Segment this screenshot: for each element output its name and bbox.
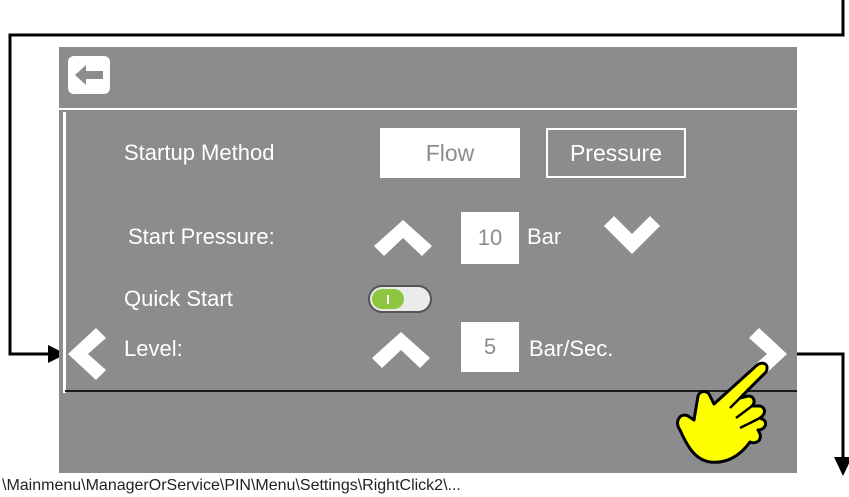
back-button[interactable] [68, 56, 110, 94]
start-pressure-unit: Bar [527, 224, 562, 249]
level-value[interactable]: 5 [461, 322, 519, 372]
quick-start-label: Quick Start [124, 286, 233, 311]
level-label: Level: [124, 336, 183, 361]
start-pressure-value[interactable]: 10 [461, 212, 519, 264]
start-pressure-label: Start Pressure: [128, 224, 275, 249]
toggle-on-mark [387, 294, 389, 304]
quick-start-toggle[interactable] [368, 285, 432, 313]
arrow-left-icon [75, 65, 103, 85]
left-border [63, 112, 66, 393]
breadcrumb: \Mainmenu\ManagerOrService\PIN\Menu\Sett… [2, 477, 461, 494]
header-divider [59, 108, 797, 110]
startup-method-label: Startup Method [124, 140, 275, 165]
toggle-knob [372, 289, 404, 309]
hand-pointer-icon [676, 361, 769, 464]
chevron-left-icon[interactable] [68, 328, 106, 380]
pressure-option-button[interactable]: Pressure [546, 128, 686, 178]
flow-option-button[interactable]: Flow [380, 128, 520, 178]
level-unit: Bar/Sec. [529, 336, 614, 361]
chevron-up-icon[interactable] [374, 218, 432, 258]
chevron-down-icon[interactable] [604, 216, 660, 256]
chevron-up-icon[interactable] [372, 330, 430, 370]
